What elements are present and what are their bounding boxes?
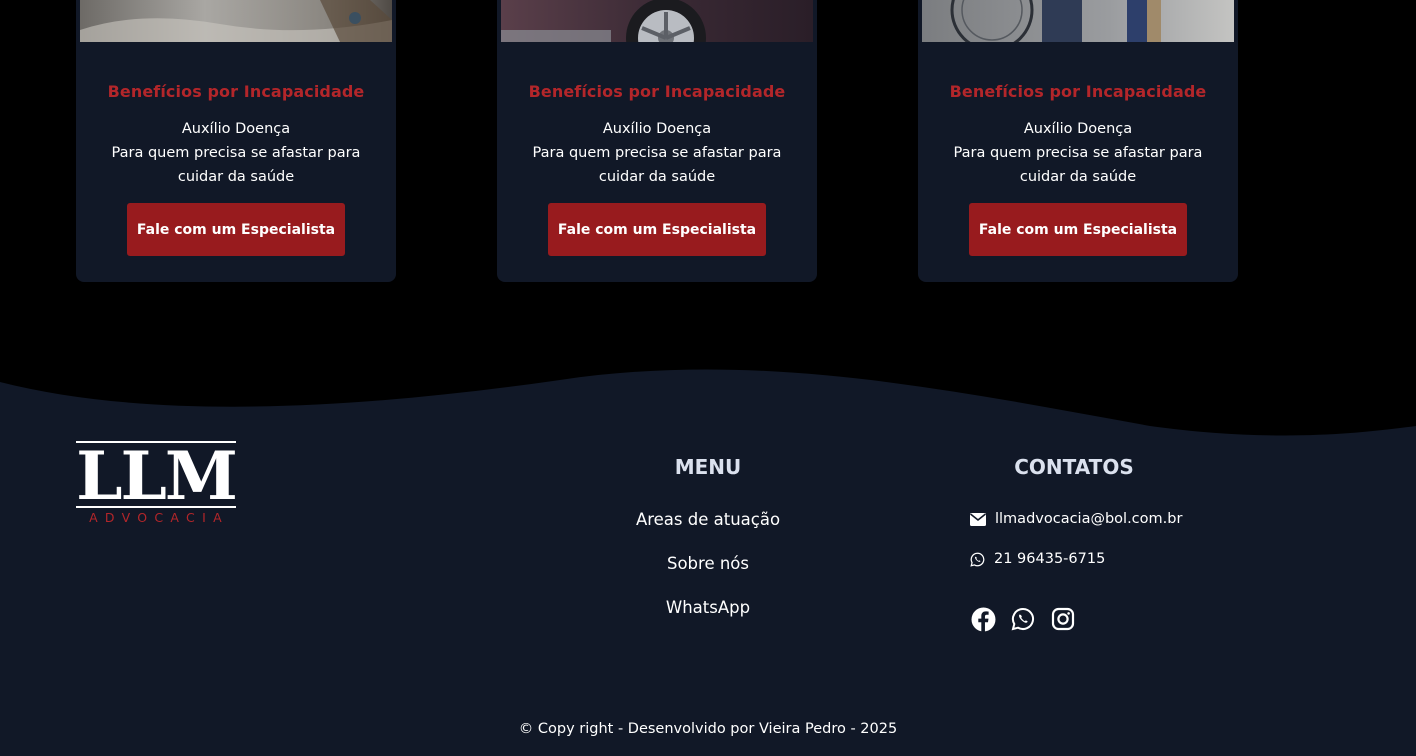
social-links	[970, 606, 1090, 632]
services-section: Benefícios por Incapacidade Auxílio Doen…	[0, 0, 1416, 340]
contact-email[interactable]: llmadvocacia@bol.com.br	[970, 509, 1182, 529]
instagram-icon[interactable]	[1050, 606, 1076, 632]
card-description: Para quem precisa se afastar para cuidar…	[111, 145, 361, 185]
menu-link-whatsapp[interactable]: WhatsApp	[558, 598, 858, 617]
card-title: Benefícios por Incapacidade	[528, 82, 786, 101]
card-subtitle: Auxílio Doença	[602, 121, 712, 137]
copyright-text: © Copy right - Desenvolvido por Vieira P…	[518, 721, 898, 737]
logo-letters: LLM	[76, 437, 238, 515]
envelope-icon	[970, 512, 986, 526]
talk-to-specialist-button[interactable]: Fale com um Especialista	[127, 203, 345, 256]
card-description: Para quem precisa se afastar para cuidar…	[953, 145, 1203, 185]
logo-bar	[76, 506, 236, 508]
whatsapp-icon[interactable]	[1010, 606, 1036, 632]
menu-link-areas[interactable]: Areas de atuação	[558, 510, 858, 529]
service-card: Benefícios por Incapacidade Auxílio Doen…	[918, 0, 1238, 282]
card-description: Para quem precisa se afastar para cuidar…	[532, 145, 782, 185]
contact-phone[interactable]: 21 96435-6715	[970, 549, 1105, 569]
menu-link-about[interactable]: Sobre nós	[558, 554, 858, 573]
company-logo: LLM ADVOCACIA	[76, 437, 238, 527]
card-subtitle: Auxílio Doença	[1023, 121, 1133, 137]
card-title: Benefícios por Incapacidade	[107, 82, 365, 101]
service-card: Benefícios por Incapacidade Auxílio Doen…	[497, 0, 817, 282]
facebook-icon[interactable]	[970, 606, 996, 632]
card-image	[501, 0, 813, 42]
footer-wave	[0, 369, 1416, 756]
card-image	[80, 0, 392, 42]
card-subtitle: Auxílio Doença	[181, 121, 291, 137]
footer	[0, 340, 1416, 756]
menu-heading: MENU	[674, 455, 742, 479]
card-title: Benefícios por Incapacidade	[949, 82, 1207, 101]
contacts-heading: CONTATOS	[1014, 455, 1134, 479]
whatsapp-icon	[970, 552, 985, 567]
card-image	[922, 0, 1234, 42]
talk-to-specialist-button[interactable]: Fale com um Especialista	[969, 203, 1187, 256]
talk-to-specialist-button[interactable]: Fale com um Especialista	[548, 203, 766, 256]
phone-text: 21 96435-6715	[994, 551, 1106, 567]
service-card: Benefícios por Incapacidade Auxílio Doen…	[76, 0, 396, 282]
logo-tagline: ADVOCACIA	[89, 510, 229, 525]
email-text: llmadvocacia@bol.com.br	[995, 511, 1183, 527]
